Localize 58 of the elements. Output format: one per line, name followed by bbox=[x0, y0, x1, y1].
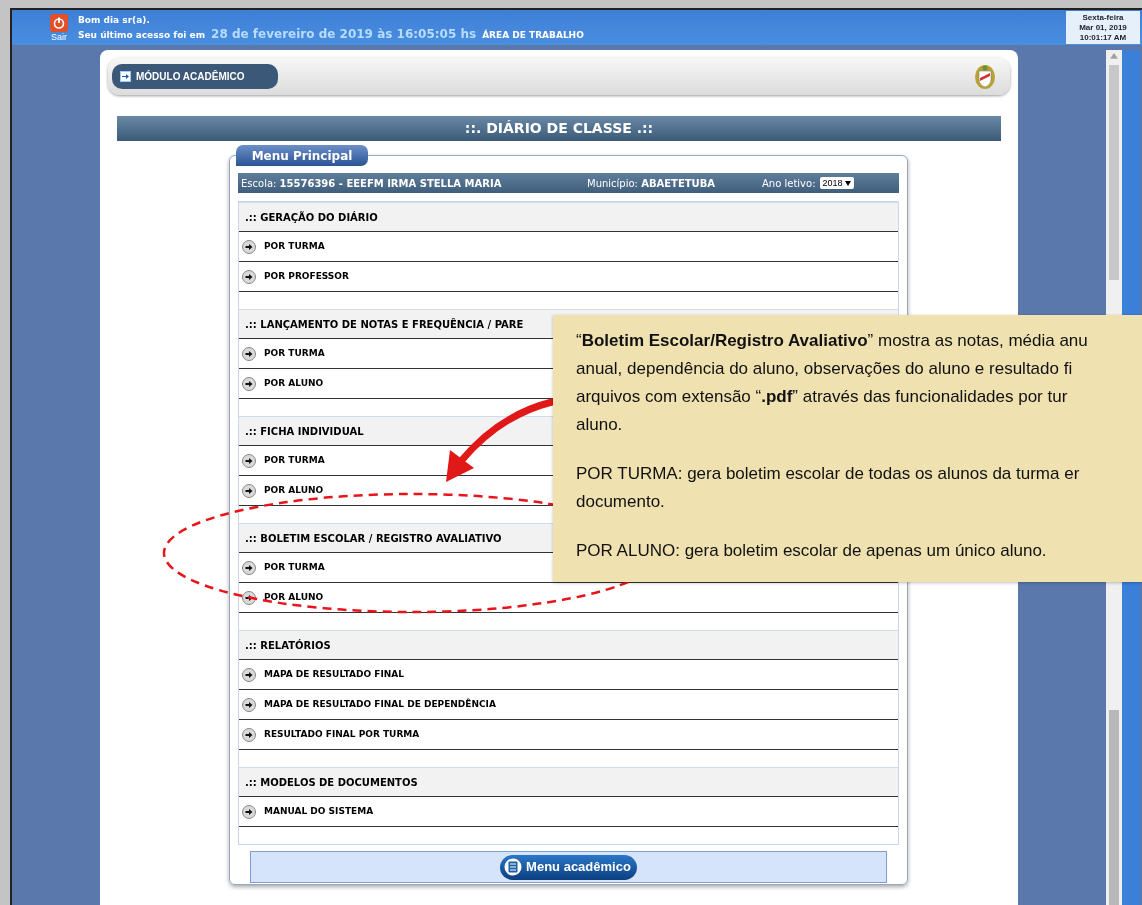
area-label: ÁREA DE TRABALHO bbox=[482, 28, 584, 42]
menu-link[interactable]: POR ALUNO bbox=[264, 376, 324, 391]
menu-link[interactable]: MAPA DE RESULTADO FINAL bbox=[264, 667, 405, 682]
callout-text: POR ALUNO: gera boletim escolar de apenas um único aluno. bbox=[576, 540, 1047, 562]
scroll-up-icon[interactable] bbox=[1110, 53, 1118, 59]
menu-tab-label: Menu Principal bbox=[251, 147, 353, 165]
menu-link[interactable]: POR ALUNO bbox=[264, 590, 324, 605]
arrow-right-icon bbox=[242, 346, 256, 361]
enter-icon bbox=[120, 71, 131, 82]
section-header: .:: BOLETIM ESCOLAR / REGISTRO AVALIATIVO bbox=[245, 531, 502, 546]
callout-text: “Boletim Escolar/Registro Avaliativo” mostra as notas, média anu bbox=[576, 330, 1088, 352]
menu-link[interactable]: RESULTADO FINAL POR TURMA bbox=[264, 727, 420, 742]
arrow-right-icon bbox=[242, 667, 256, 682]
callout-text: POR TURMA: gera boletim escolar de todas os alunos da turma er bbox=[576, 463, 1080, 485]
callout-text: aluno. bbox=[576, 414, 623, 436]
year-label: Ano letivo: bbox=[762, 176, 816, 191]
arrow-right-icon bbox=[242, 239, 256, 254]
arrow-right-icon bbox=[242, 727, 256, 742]
callout-text: documento. bbox=[576, 491, 665, 513]
year-select[interactable]: 2018 bbox=[819, 177, 854, 189]
arrow-right-icon bbox=[242, 453, 256, 468]
power-icon[interactable] bbox=[50, 13, 68, 32]
menu-link[interactable]: POR PROFESSOR bbox=[264, 269, 349, 284]
arrow-right-icon bbox=[242, 697, 256, 712]
callout-text: arquivos com extensão “.pdf” através das funcionalidades por tur bbox=[576, 386, 1068, 408]
arrow-right-icon bbox=[242, 560, 256, 575]
school-info: Escola: 15576396 - EEEFM IRMA STELLA MARIA bbox=[241, 176, 503, 191]
menu-link[interactable]: MAPA DE RESULTADO FINAL DE DEPENDÊNCIA bbox=[264, 697, 496, 712]
list-icon bbox=[504, 858, 523, 876]
page-title: ::. DIÁRIO DE CLASSE .:: bbox=[464, 119, 654, 138]
menu-link[interactable]: POR TURMA bbox=[264, 560, 325, 575]
arrow-right-icon bbox=[242, 269, 256, 284]
scrollbar-thumb[interactable] bbox=[1109, 709, 1119, 905]
clock-panel: Sexta-feira Mar 01, 2019 10:01:17 AM bbox=[1066, 11, 1140, 44]
section-header: .:: LANÇAMENTO DE NOTAS E FREQUÊNCIA / PARE bbox=[245, 317, 524, 332]
section-header: .:: GERAÇÃO DO DIÁRIO bbox=[245, 210, 378, 225]
menu-link[interactable]: MANUAL DO SISTEMA bbox=[264, 804, 374, 819]
coat-of-arms-icon bbox=[974, 63, 996, 90]
last-access-label: Seu último acesso foi em bbox=[78, 29, 206, 42]
academic-menu-button[interactable]: Menu acadêmico bbox=[500, 854, 637, 880]
dropdown-caret-icon bbox=[844, 180, 851, 186]
menu-link[interactable]: POR TURMA bbox=[264, 453, 325, 468]
logout-link[interactable]: Sair bbox=[51, 31, 67, 42]
greeting-text: Bom dia sr(a). bbox=[78, 14, 151, 27]
callout-text: anual, dependência do aluno, observações do aluno e resultado fi bbox=[576, 358, 1073, 380]
arrow-right-icon bbox=[242, 804, 256, 819]
section-header: .:: RELATÓRIOS bbox=[245, 638, 331, 653]
section-header: .:: MODELOS DE DOCUMENTOS bbox=[245, 775, 418, 790]
section-header: .:: FICHA INDIVIDUAL bbox=[245, 424, 364, 439]
arrow-right-icon bbox=[242, 483, 256, 498]
menu-link[interactable]: POR TURMA bbox=[264, 239, 325, 254]
menu-link[interactable]: POR ALUNO bbox=[264, 483, 324, 498]
module-tab[interactable]: MÓDULO ACADÊMICO bbox=[112, 64, 278, 89]
municipality-info: Município: ABAETETUBA bbox=[587, 176, 717, 191]
menu-link[interactable]: POR TURMA bbox=[264, 346, 325, 361]
arrow-right-icon bbox=[242, 376, 256, 391]
scrollbar-thumb[interactable] bbox=[1109, 64, 1119, 280]
last-access-date: 28 de fevereiro de 2019 às 16:05:05 hs bbox=[211, 27, 477, 41]
